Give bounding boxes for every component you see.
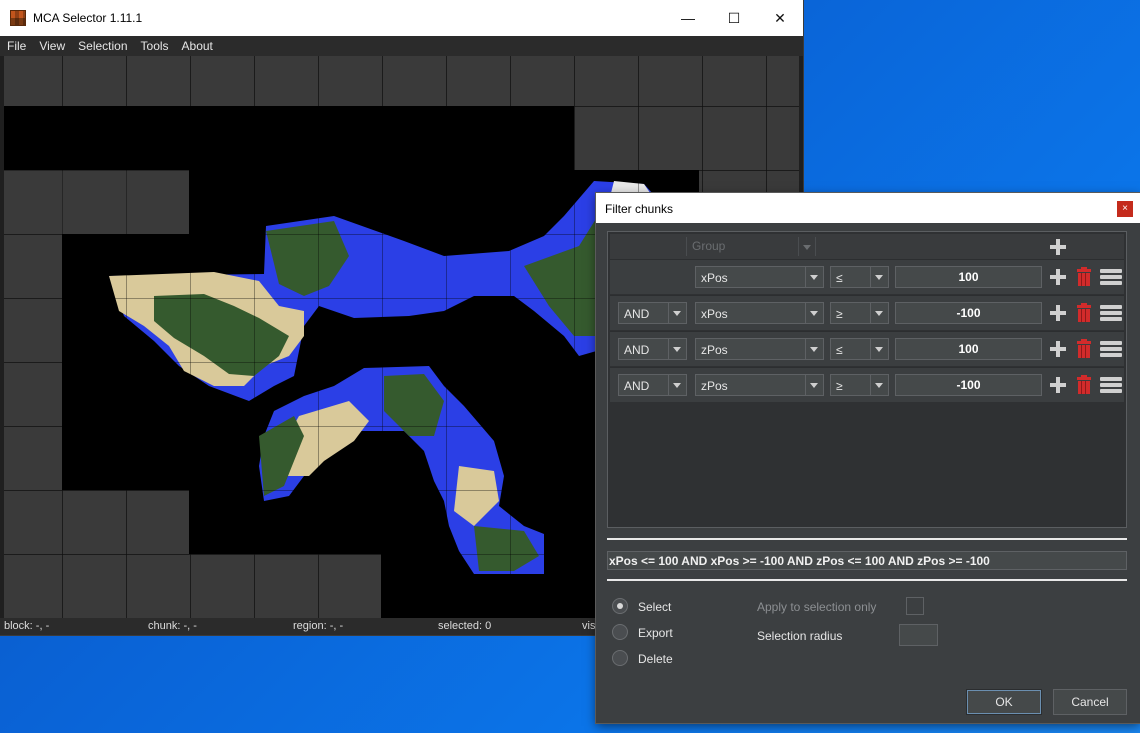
comparator-select[interactable]: ≤ [830, 266, 889, 288]
export-radio[interactable] [612, 624, 628, 640]
close-button[interactable]: ✕ [757, 0, 803, 36]
comparator-value: ≥ [836, 379, 843, 393]
chevron-down-icon [870, 339, 888, 359]
field-select[interactable]: xPos [695, 302, 824, 324]
filter-chunks-dialog: Filter chunks × Group xPos ≤ 100 AND xPo… [596, 193, 1140, 723]
apply-to-selection-label: Apply to selection only [757, 600, 877, 614]
menu-view[interactable]: View [32, 39, 71, 53]
cancel-button[interactable]: Cancel [1053, 689, 1127, 715]
field-value: zPos [701, 343, 728, 357]
operator-select[interactable]: AND [618, 374, 687, 396]
status-region: region: -, - [293, 620, 344, 632]
field-select[interactable]: zPos [695, 338, 824, 360]
comparator-select[interactable]: ≤ [830, 338, 889, 360]
chevron-down-icon [805, 375, 823, 395]
status-selected: selected: 0 [438, 620, 492, 632]
menu-about[interactable]: About [175, 39, 219, 53]
operator-value: AND [624, 307, 650, 321]
chevron-down-icon [870, 375, 888, 395]
title-bar[interactable]: MCA Selector 1.11.1 — ☐ ✕ [0, 0, 803, 36]
comparator-value: ≤ [836, 343, 843, 357]
delete-radio[interactable] [612, 650, 628, 666]
status-block: block: -, - [4, 620, 50, 632]
filter-expression-field[interactable]: xPos <= 100 AND xPos >= -100 AND zPos <=… [607, 551, 1127, 570]
maximize-button[interactable]: ☐ [711, 0, 757, 36]
chevron-down-icon [870, 267, 888, 287]
comparator-value: ≥ [836, 307, 843, 321]
separator [607, 579, 1127, 581]
filter-row: AND zPos ≥ -100 [610, 367, 1124, 402]
field-select[interactable]: zPos [695, 374, 824, 396]
dialog-close-button[interactable]: × [1117, 201, 1133, 217]
window-title: MCA Selector 1.11.1 [33, 11, 143, 25]
app-icon [10, 10, 26, 26]
add-group-icon[interactable] [1049, 238, 1067, 256]
drag-handle-icon[interactable] [1100, 341, 1122, 357]
selection-radius-label: Selection radius [757, 629, 843, 643]
filter-row: AND xPos ≥ -100 [610, 295, 1124, 330]
export-radio-label: Export [638, 626, 673, 640]
operator-value: AND [624, 379, 650, 393]
menu-file[interactable]: File [0, 39, 32, 53]
drag-handle-icon[interactable] [1100, 377, 1122, 393]
field-value: zPos [701, 379, 728, 393]
value-input[interactable]: -100 [895, 302, 1042, 324]
field-value: xPos [701, 307, 728, 321]
chevron-down-icon [668, 339, 686, 359]
ok-button[interactable]: OK [966, 689, 1042, 715]
delete-filter-icon[interactable] [1077, 339, 1091, 358]
filter-expression-text: xPos <= 100 AND xPos >= -100 AND zPos <=… [609, 554, 990, 568]
value-input[interactable]: 100 [895, 266, 1042, 288]
chevron-down-icon [805, 339, 823, 359]
comparator-select[interactable]: ≥ [830, 302, 889, 324]
operator-value: AND [624, 343, 650, 357]
chevron-down-icon [805, 303, 823, 323]
apply-to-selection-checkbox[interactable] [906, 597, 924, 615]
status-visible: vis [582, 620, 596, 632]
menu-selection[interactable]: Selection [71, 39, 133, 53]
delete-radio-label: Delete [638, 652, 673, 666]
filter-group-header: Group [610, 234, 1124, 259]
operator-select[interactable]: AND [618, 338, 687, 360]
selection-radius-input[interactable] [899, 624, 938, 646]
comparator-select[interactable]: ≥ [830, 374, 889, 396]
add-filter-icon[interactable] [1049, 268, 1067, 286]
filter-row: xPos ≤ 100 [610, 259, 1124, 294]
value-input[interactable]: -100 [895, 374, 1042, 396]
dialog-title: Filter chunks [605, 202, 674, 216]
select-radio-label: Select [638, 600, 672, 614]
delete-filter-icon[interactable] [1077, 267, 1091, 286]
drag-handle-icon[interactable] [1100, 305, 1122, 321]
operator-select[interactable]: AND [618, 302, 687, 324]
comparator-value: ≤ [836, 271, 843, 285]
menu-bar: File View Selection Tools About [0, 36, 803, 56]
delete-filter-icon[interactable] [1077, 375, 1091, 394]
value-input[interactable]: 100 [895, 338, 1042, 360]
dialog-title-bar[interactable]: Filter chunks × [596, 193, 1140, 223]
add-filter-icon[interactable] [1049, 340, 1067, 358]
field-select[interactable]: xPos [695, 266, 824, 288]
add-filter-icon[interactable] [1049, 376, 1067, 394]
add-filter-icon[interactable] [1049, 304, 1067, 322]
group-type-select[interactable]: Group [686, 237, 816, 256]
select-radio[interactable] [612, 598, 628, 614]
group-type-label: Group [692, 239, 726, 253]
chevron-down-icon [870, 303, 888, 323]
menu-tools[interactable]: Tools [134, 39, 175, 53]
chevron-down-icon [668, 375, 686, 395]
delete-filter-icon[interactable] [1077, 303, 1091, 322]
chevron-down-icon [798, 237, 815, 256]
filter-row: AND zPos ≤ 100 [610, 331, 1124, 366]
field-value: xPos [701, 271, 728, 285]
drag-handle-icon[interactable] [1100, 269, 1122, 285]
chevron-down-icon [668, 303, 686, 323]
minimize-button[interactable]: — [665, 0, 711, 36]
separator [607, 538, 1127, 540]
status-chunk: chunk: -, - [148, 620, 197, 632]
chevron-down-icon [805, 267, 823, 287]
filter-list: Group xPos ≤ 100 AND xPos ≥ -100 AND zPo… [607, 231, 1127, 528]
